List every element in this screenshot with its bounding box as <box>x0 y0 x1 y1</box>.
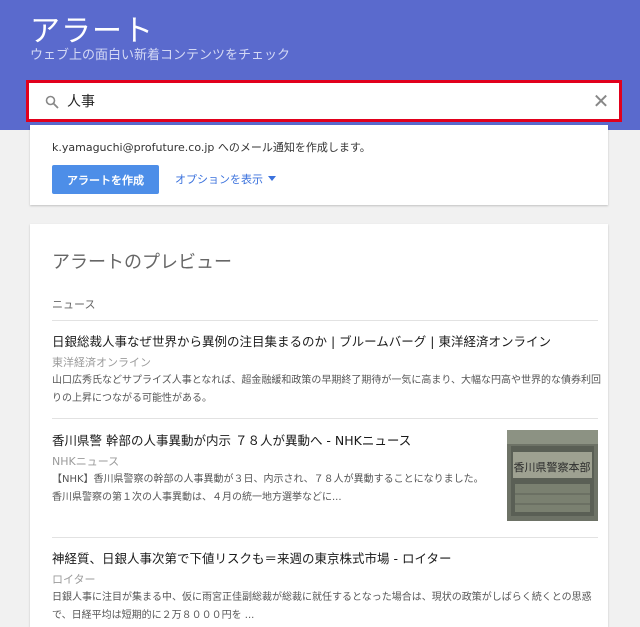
list-item: 香川県警 幹部の人事異動が内示 ７８人が異動へ - NHKニュース NHKニュー… <box>52 430 492 507</box>
list-item: 日銀総裁人事なぜ世界から異例の注目集まるのか | ブルームバーグ | 東洋経済オ… <box>52 331 602 408</box>
page-subtitle: ウェブ上の面白い新着コンテンツをチェック <box>30 48 291 63</box>
article-thumbnail[interactable]: 香川県警察本部 <box>507 430 598 521</box>
divider <box>52 418 598 419</box>
create-alert-card: k.yamaguchi@profuture.co.jp へのメール通知を作成しま… <box>30 125 608 205</box>
article-source: ロイター <box>52 573 96 586</box>
divider <box>52 320 598 321</box>
create-alert-button[interactable]: アラートを作成 <box>52 165 159 194</box>
section-label-news: ニュース <box>52 298 96 311</box>
article-snippet: 日銀人事に注目が集まる中、仮に雨宮正佳副総裁が総裁に就任するとなった場合は、現状… <box>52 592 592 621</box>
article-snippet: 山口広秀氏などサプライズ人事となれば、超金融緩和政策の早期終了期待が一気に高まり… <box>52 375 601 404</box>
article-snippet: 【NHK】香川県警察の幹部の人事異動が３日、内示され、７８人が異動することになり… <box>52 474 484 503</box>
search-box[interactable]: ✕ <box>26 80 622 122</box>
divider <box>52 537 598 538</box>
close-icon[interactable]: ✕ <box>589 89 613 113</box>
article-source: 東洋経済オンライン <box>52 356 151 369</box>
preview-card: アラートのプレビュー ニュース 日銀総裁人事なぜ世界から異例の注目集まるのか |… <box>30 224 608 627</box>
article-title[interactable]: 神経質、日銀人事次第で下値リスクも＝来週の東京株式市場 - ロイター <box>52 548 602 567</box>
search-icon <box>45 94 59 109</box>
list-item: 神経質、日銀人事次第で下値リスクも＝来週の東京株式市場 - ロイター ロイター … <box>52 548 602 625</box>
article-title[interactable]: 日銀総裁人事なぜ世界から異例の注目集まるのか | ブルームバーグ | 東洋経済オ… <box>52 331 602 350</box>
notify-text: k.yamaguchi@profuture.co.jp へのメール通知を作成しま… <box>52 141 371 154</box>
preview-title: アラートのプレビュー <box>52 252 232 273</box>
search-input[interactable] <box>67 88 587 114</box>
article-source: NHKニュース <box>52 455 120 468</box>
show-options-link[interactable]: オプションを表示 <box>175 171 263 187</box>
thumb-text: 香川県警察本部 <box>514 460 591 474</box>
chevron-down-icon[interactable] <box>268 176 276 181</box>
article-title[interactable]: 香川県警 幹部の人事異動が内示 ７８人が異動へ - NHKニュース <box>52 430 492 449</box>
